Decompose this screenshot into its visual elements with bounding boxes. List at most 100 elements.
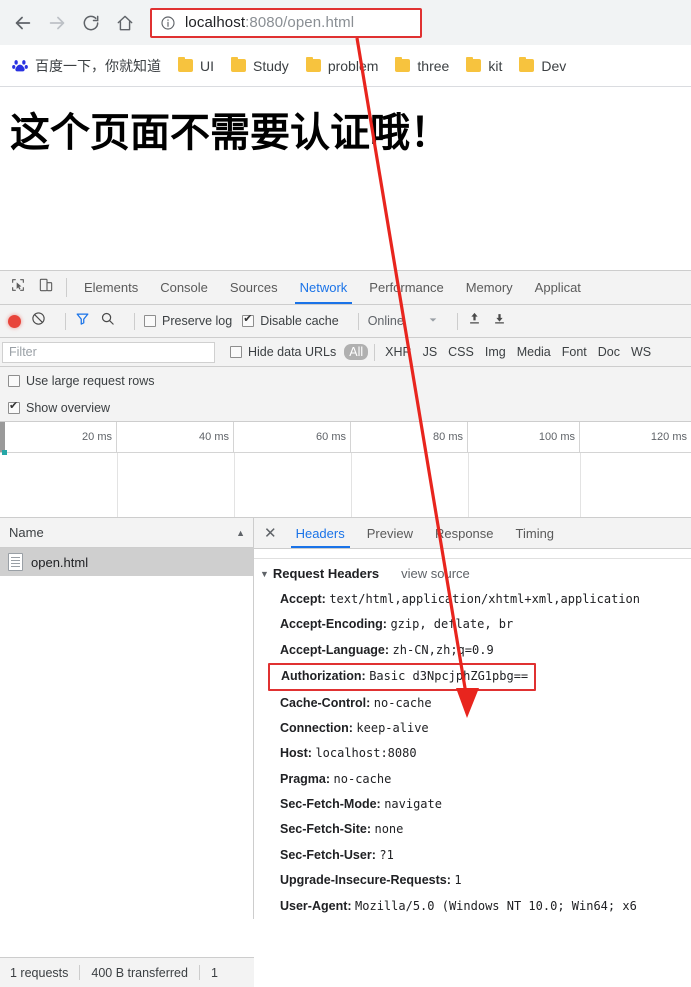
overview-tick: 60 ms: [234, 422, 351, 452]
bookmark-item-ui[interactable]: UI: [178, 56, 214, 74]
filter-type-media[interactable]: Media: [512, 344, 556, 360]
checkbox-box: [8, 374, 20, 387]
filter-type-doc[interactable]: Doc: [593, 344, 625, 360]
tab-response[interactable]: Response: [424, 518, 505, 548]
info-circle-icon[interactable]: [160, 15, 176, 31]
browser-toolbar: localhost:8080/open.html: [0, 0, 691, 45]
back-button[interactable]: [6, 6, 40, 40]
tab-console[interactable]: Console: [149, 271, 219, 304]
filter-input[interactable]: Filter: [2, 341, 215, 363]
preserve-log-checkbox[interactable]: Preserve log: [144, 314, 232, 328]
table-row[interactable]: open.html: [0, 548, 253, 576]
view-source-link[interactable]: view source: [401, 566, 470, 581]
folder-icon: [519, 56, 535, 72]
header-row-sec-fetch-user: Sec-Fetch-User: ?1: [254, 843, 691, 868]
header-value: ?1: [379, 847, 394, 862]
filter-button[interactable]: [75, 311, 90, 331]
header-name: User-Agent:: [280, 898, 352, 913]
checkbox-box: [230, 346, 242, 358]
bookmark-label: Dev: [541, 57, 567, 74]
bookmark-item-problem[interactable]: problem: [305, 56, 378, 74]
toolbar-divider: [357, 312, 359, 330]
overview-body: [0, 450, 691, 517]
tab-application[interactable]: Applicat: [524, 271, 592, 304]
section-title: Request Headers: [272, 566, 380, 581]
export-har-button[interactable]: [492, 311, 507, 331]
disable-cache-checkbox[interactable]: Disable cache: [242, 313, 339, 328]
request-detail-tabbar: ✕ Headers Preview Response Timing: [254, 518, 691, 549]
record-button-icon: [8, 314, 21, 328]
throttling-dropdown[interactable]: Online: [368, 312, 438, 330]
import-har-button[interactable]: [467, 311, 482, 331]
status-divider: [79, 965, 81, 980]
hide-data-urls-checkbox[interactable]: Hide data URLs: [230, 345, 336, 359]
header-name: Accept:: [280, 592, 326, 606]
header-value: Basic d3NpcjphZG1pbg==: [369, 669, 529, 684]
filter-type-js[interactable]: JS: [418, 344, 443, 360]
clear-button[interactable]: [31, 311, 46, 331]
baidu-icon: [12, 58, 28, 74]
home-button[interactable]: [108, 6, 142, 40]
tab-sources[interactable]: Sources: [219, 271, 289, 304]
search-button[interactable]: [100, 311, 115, 331]
overview-tick: 100 ms: [468, 422, 580, 452]
toolbar-divider: [374, 343, 376, 361]
network-split-view: Name ▲ open.html ✕ Headers Preview Respo…: [0, 518, 691, 919]
bookmark-item-study[interactable]: Study: [231, 56, 289, 74]
close-icon[interactable]: ✕: [260, 524, 285, 542]
header-name: Accept-Encoding:: [280, 617, 387, 632]
request-name: open.html: [31, 554, 89, 570]
tab-headers[interactable]: Headers: [285, 518, 356, 548]
header-name: Cache-Control:: [280, 695, 371, 710]
network-overview[interactable]: 20 ms 40 ms 60 ms 80 ms 100 ms 120 ms: [0, 422, 691, 518]
bookmark-item-dev[interactable]: Dev: [519, 56, 567, 74]
show-overview-checkbox[interactable]: Show overview: [0, 394, 691, 422]
tab-timing[interactable]: Timing: [505, 518, 566, 548]
request-headers-section-title[interactable]: ▼ Request Headers view source: [254, 559, 691, 587]
bookmark-label: kit: [488, 57, 503, 74]
header-value: no-cache: [333, 771, 392, 786]
request-list-header[interactable]: Name ▲: [0, 518, 253, 548]
status-extra: 1: [210, 965, 218, 980]
tab-preview[interactable]: Preview: [356, 518, 424, 548]
header-name: Accept-Language:: [280, 642, 390, 657]
bookmark-item-baidu[interactable]: 百度一下，你就知道: [12, 56, 161, 76]
device-toolbar-button[interactable]: [32, 271, 60, 304]
header-row-connection: Connection: keep-alive: [254, 716, 691, 741]
folder-icon: [395, 56, 411, 72]
filter-type-css[interactable]: CSS: [443, 344, 479, 360]
filter-type-img[interactable]: Img: [480, 344, 511, 360]
sort-ascending-icon: ▲: [236, 527, 245, 538]
address-bar[interactable]: localhost:8080/open.html: [150, 7, 422, 38]
bookmark-item-kit[interactable]: kit: [466, 56, 503, 74]
inspect-element-button[interactable]: [4, 271, 32, 304]
use-large-rows-label: Use large request rows: [26, 373, 155, 388]
header-row-sec-fetch-site: Sec-Fetch-Site: none: [254, 817, 691, 842]
throttling-label: Online: [367, 314, 404, 328]
reload-button[interactable]: [74, 6, 108, 40]
tab-elements[interactable]: Elements: [73, 271, 149, 304]
headers-scroll-area[interactable]: ▼ Request Headers view source Accept: te…: [254, 549, 691, 919]
checkbox-box: [8, 400, 20, 414]
header-value: 1: [454, 873, 462, 888]
tab-performance[interactable]: Performance: [358, 271, 454, 304]
record-button[interactable]: [8, 314, 21, 328]
filter-type-all[interactable]: All: [344, 344, 369, 360]
page-viewport: 这个页面不需要认证哦！: [0, 87, 691, 270]
use-large-rows-checkbox[interactable]: Use large request rows: [0, 367, 691, 394]
tab-memory[interactable]: Memory: [455, 271, 524, 304]
clipped-header-row: [254, 549, 691, 559]
device-toolbar-icon: [38, 277, 54, 298]
header-row-upgrade-insecure-requests: Upgrade-Insecure-Requests: 1: [254, 868, 691, 893]
checkbox-box: [144, 315, 156, 327]
bookmark-item-three[interactable]: three: [395, 56, 449, 74]
filter-type-ws[interactable]: WS: [626, 344, 656, 360]
filter-type-font[interactable]: Font: [557, 344, 592, 360]
filter-type-xhr[interactable]: XHR: [380, 344, 416, 360]
tab-network[interactable]: Network: [289, 271, 359, 304]
forward-button[interactable]: [40, 6, 74, 40]
toolbar-divider: [66, 278, 67, 297]
header-value: text/html,application/xhtml+xml,applicat…: [329, 592, 640, 606]
export-har-icon: [492, 311, 507, 331]
url-host: localhost: [185, 14, 246, 31]
